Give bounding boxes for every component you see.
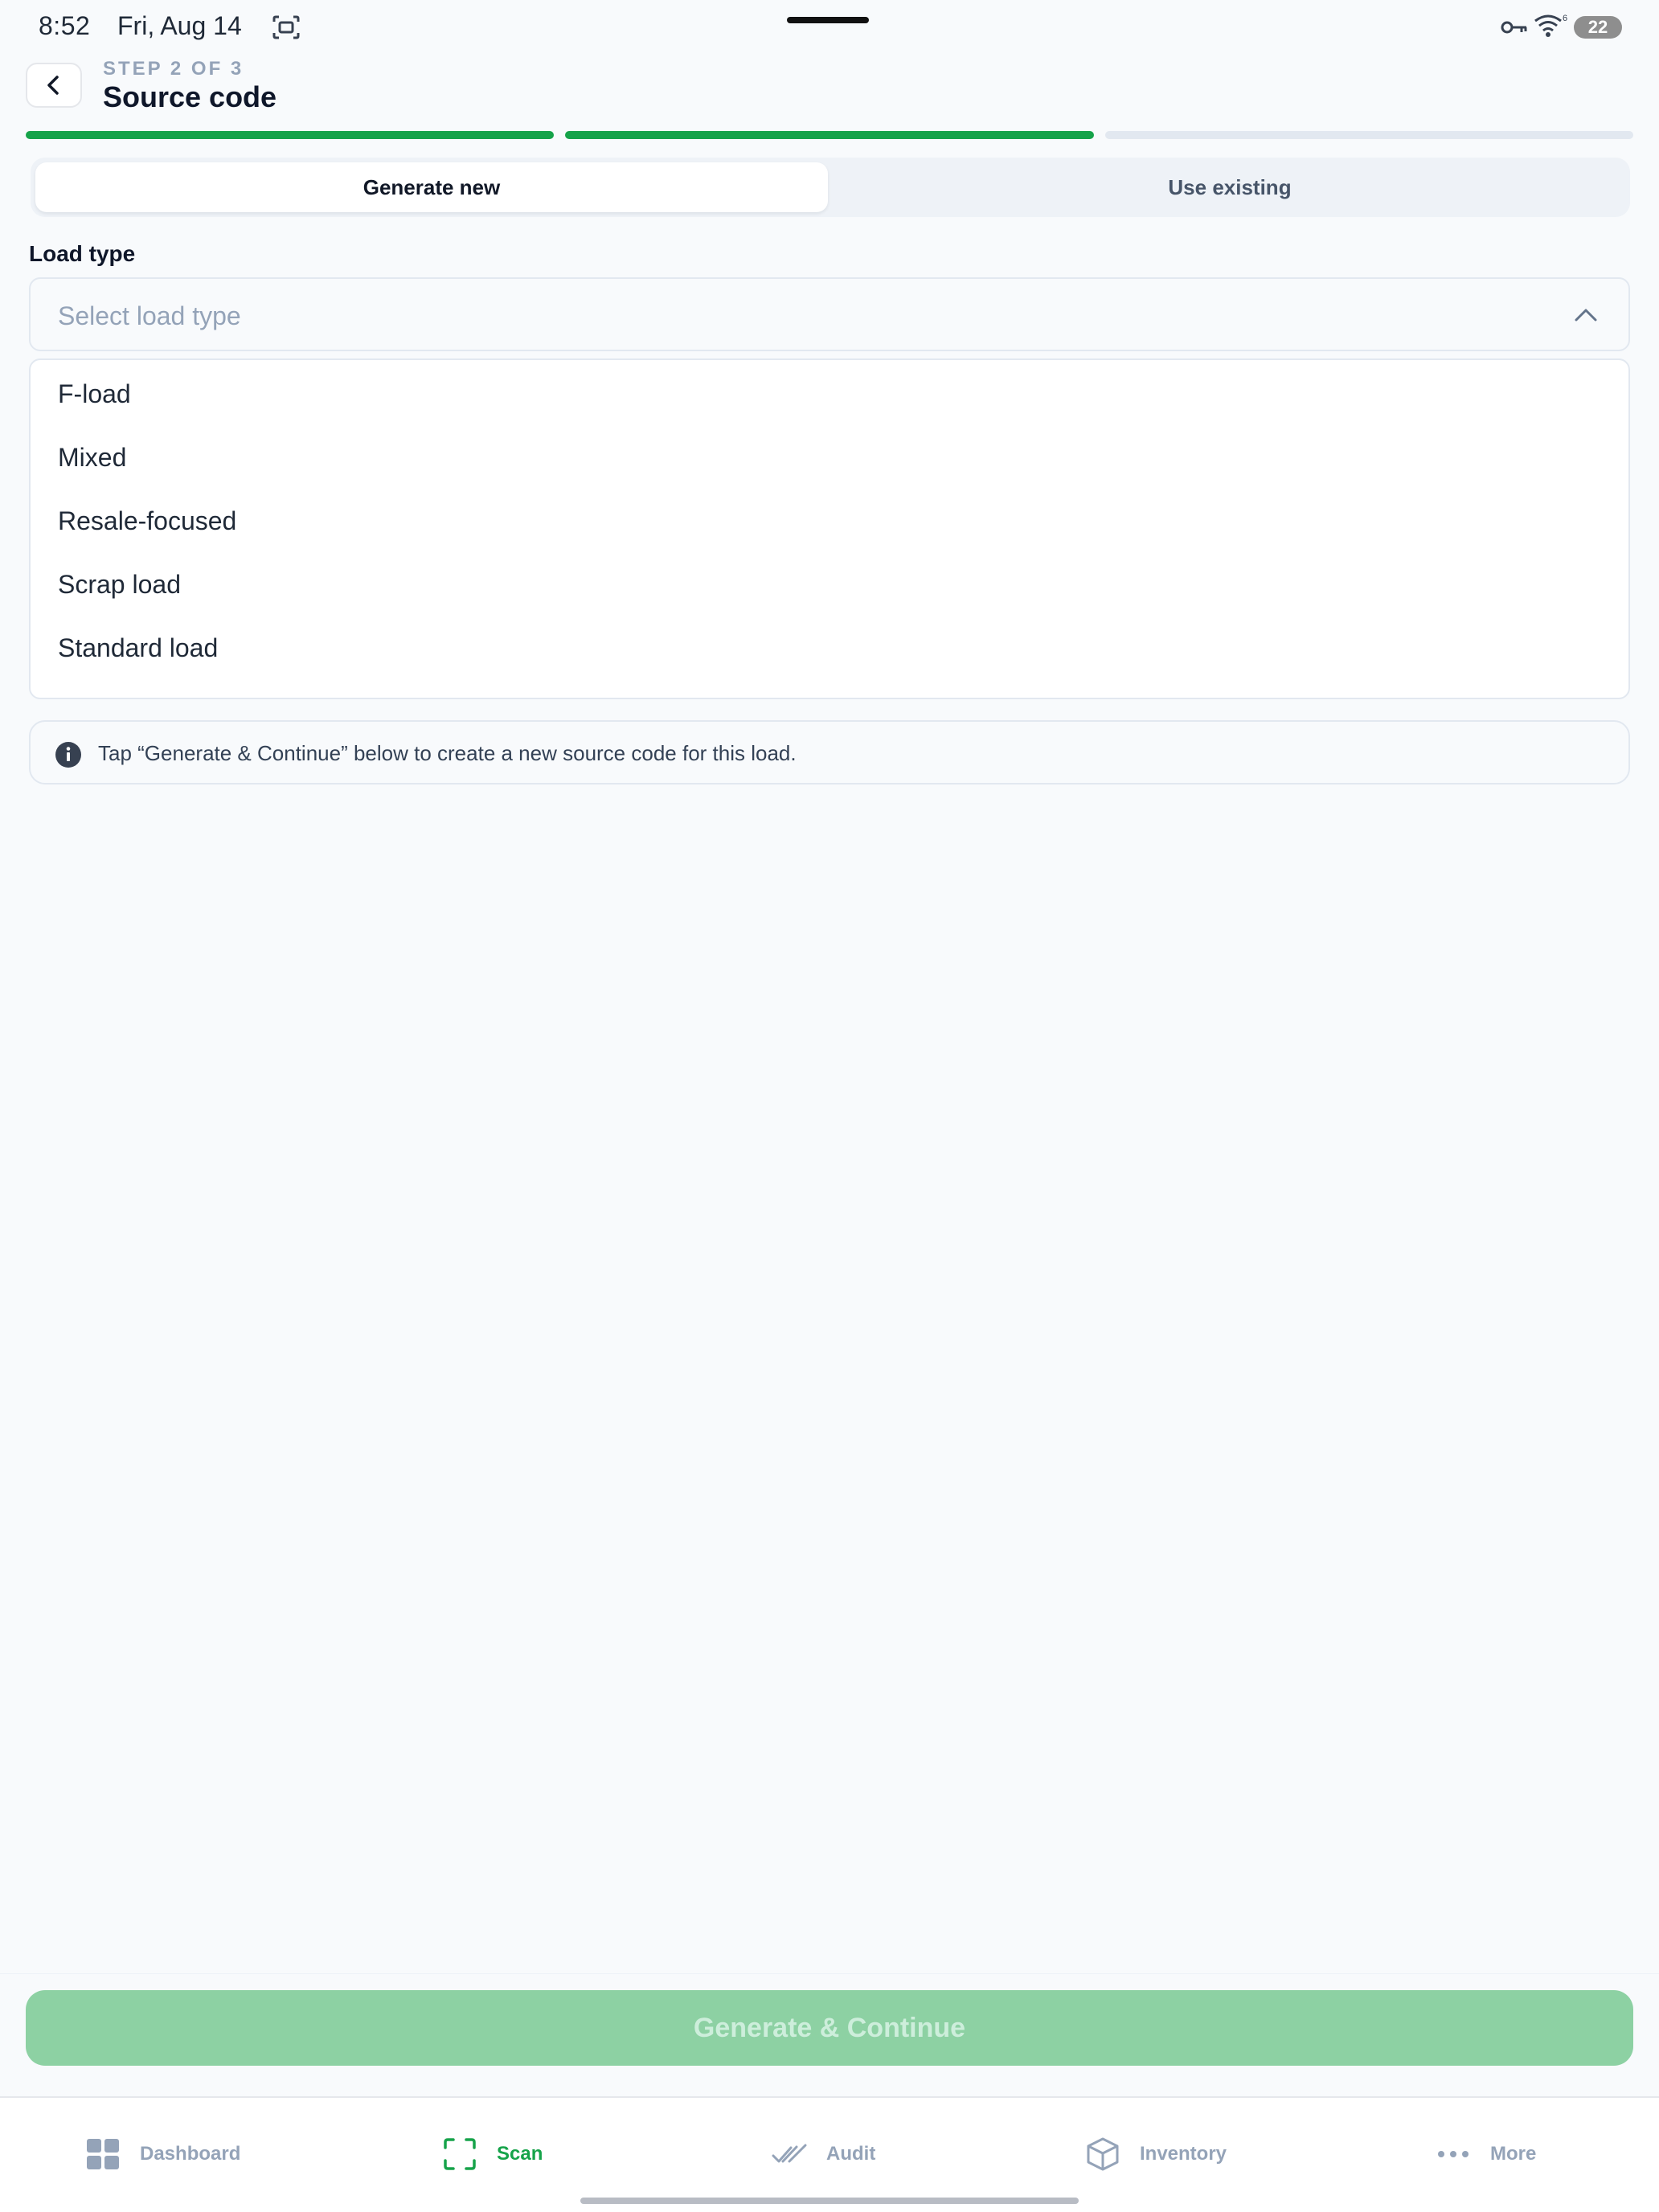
notch-pill: [787, 17, 869, 23]
double-check-icon: [772, 2144, 807, 2163]
bottom-tab-bar: Dashboard Scan Audit Inventory More: [0, 2096, 1659, 2212]
progress-step-2: [565, 131, 1094, 139]
load-type-label: Load type: [29, 241, 136, 266]
info-banner: Tap “Generate & Continue” below to creat…: [29, 720, 1630, 784]
page: 8:52 Fri, Aug 14 6 22 STEP 2 OF 3 Source…: [0, 0, 1659, 2212]
more-dots-icon: [1438, 2151, 1469, 2157]
cube-icon: [1087, 2137, 1119, 2171]
vpn-key-icon: [1501, 21, 1527, 34]
option-resale-focused[interactable]: Resale-focused: [58, 506, 236, 536]
tab-more[interactable]: More: [1436, 2135, 1536, 2173]
tab-use-existing[interactable]: Use existing: [834, 162, 1625, 212]
tab-label: Scan: [497, 2143, 543, 2165]
screen-record-icon: [272, 15, 300, 39]
tab-scan[interactable]: Scan: [442, 2135, 543, 2173]
tab-label: Inventory: [1140, 2143, 1227, 2165]
battery-indicator: 22: [1574, 16, 1622, 39]
tab-audit[interactable]: Audit: [772, 2135, 875, 2173]
svg-text:6: 6: [1563, 14, 1567, 23]
generate-continue-button[interactable]: Generate & Continue: [26, 1990, 1633, 2066]
status-time: 8:52: [39, 11, 91, 40]
info-icon: [55, 742, 81, 768]
option-standard-load[interactable]: Standard load: [58, 633, 218, 663]
home-indicator: [580, 2198, 1079, 2204]
info-text: Tap “Generate & Continue” below to creat…: [98, 741, 797, 765]
wifi-icon: 6: [1534, 14, 1567, 37]
progress-step-1: [26, 131, 555, 139]
load-type-select[interactable]: Select load type: [29, 277, 1630, 351]
option-scrap-load[interactable]: Scrap load: [58, 570, 181, 600]
chevron-up-icon: [1575, 309, 1597, 322]
status-bar: 8:52 Fri, Aug 14 6 22: [0, 0, 1659, 56]
load-type-dropdown: F-load Mixed Resale-focused Scrap load S…: [29, 358, 1630, 699]
load-type-placeholder: Select load type: [58, 301, 241, 330]
progress-step-3: [1104, 131, 1633, 139]
step-progress: [26, 131, 1633, 139]
tab-label: Audit: [826, 2143, 876, 2165]
back-button[interactable]: [26, 63, 82, 108]
tab-dashboard[interactable]: Dashboard: [85, 2135, 240, 2173]
tab-label: More: [1490, 2143, 1537, 2165]
option-mixed[interactable]: Mixed: [58, 443, 126, 473]
mode-segmented-control: Generate new Use existing: [31, 158, 1630, 217]
status-date: Fri, Aug 14: [117, 11, 242, 40]
tab-inventory[interactable]: Inventory: [1085, 2135, 1227, 2173]
step-label: STEP 2 OF 3: [103, 58, 244, 80]
option-f-load[interactable]: F-load: [58, 379, 131, 409]
tab-generate-new[interactable]: Generate new: [35, 162, 828, 212]
page-title: Source code: [103, 80, 277, 113]
grid-icon: [87, 2139, 119, 2169]
chevron-left-icon: [47, 76, 59, 95]
scan-icon: [444, 2138, 476, 2170]
tab-label: Dashboard: [140, 2143, 241, 2165]
